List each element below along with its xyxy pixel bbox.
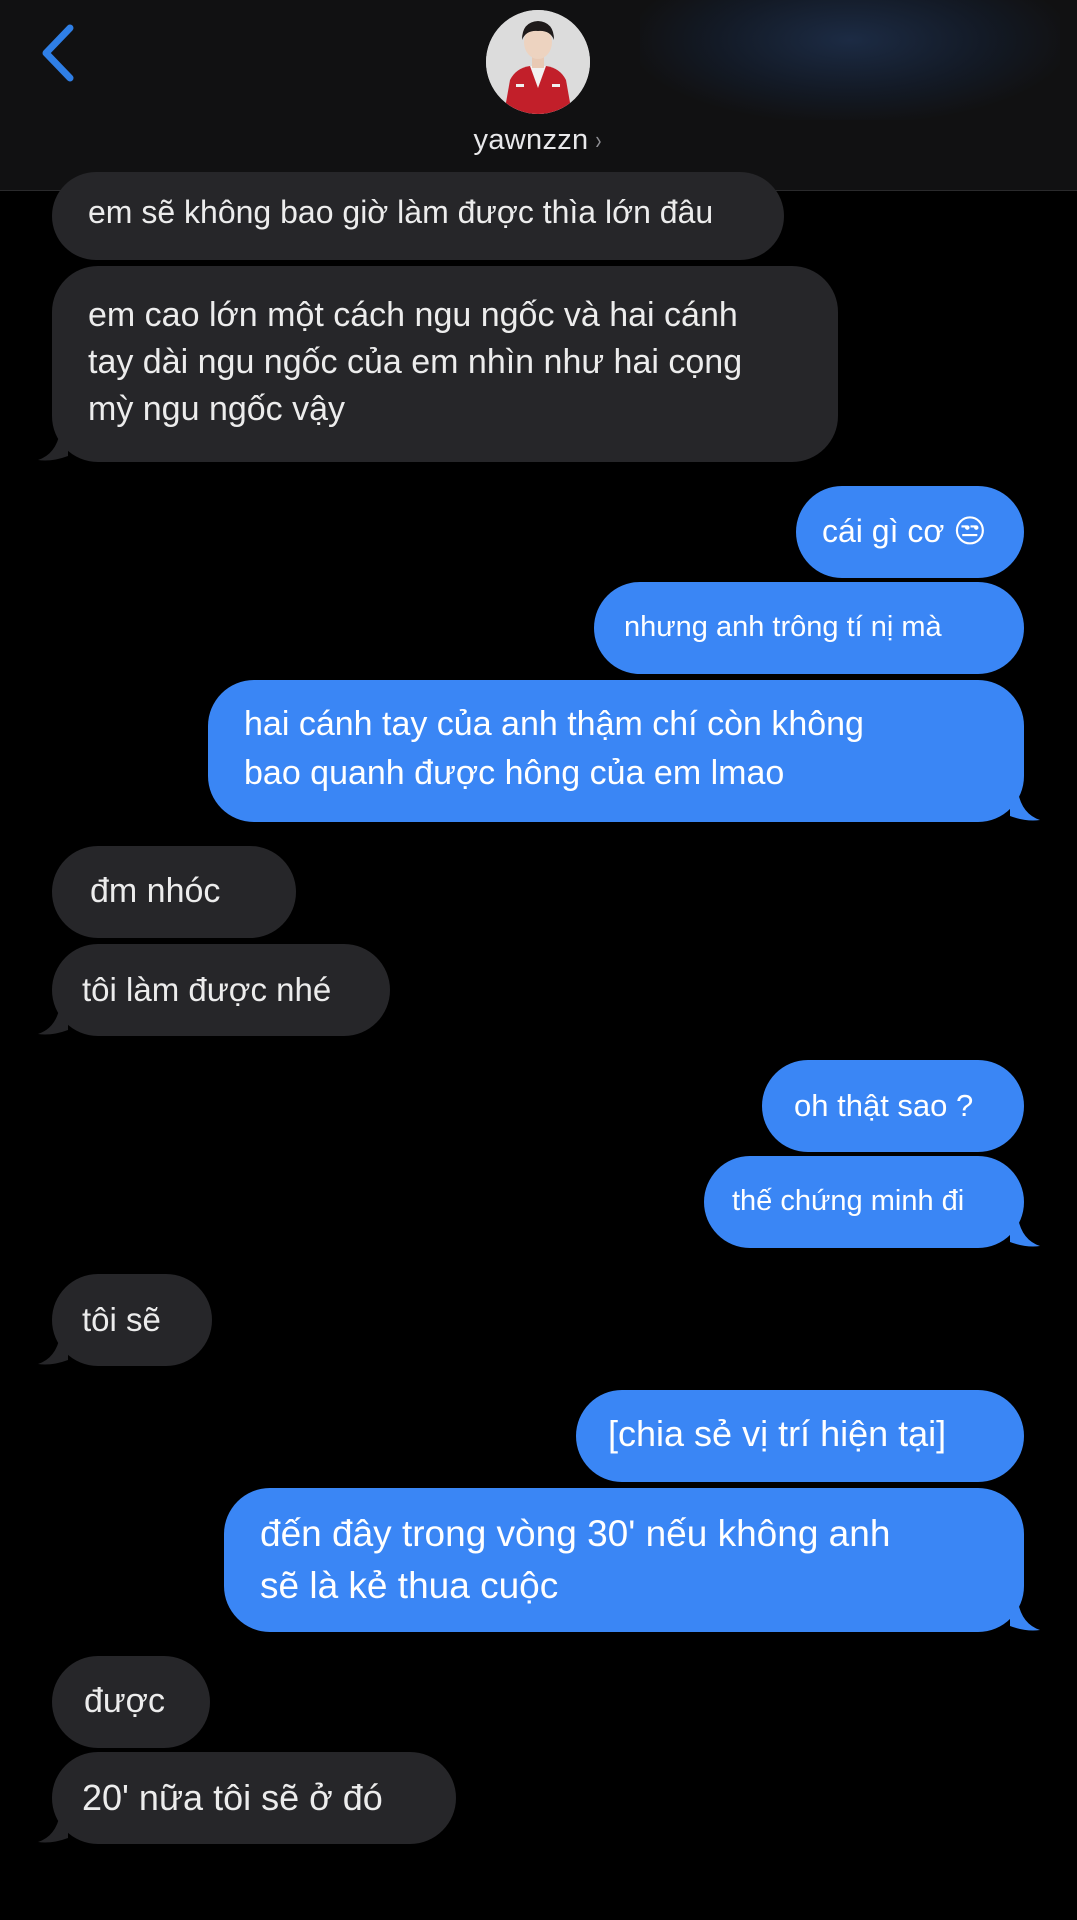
incoming-message[interactable]: tôi làm được nhé <box>52 944 390 1036</box>
outgoing-message[interactable]: cái gì cơ 😒 <box>796 486 1024 578</box>
outgoing-message[interactable]: hai cánh tay của anh thậm chí còn không … <box>208 680 1024 822</box>
incoming-bubble-tail <box>38 1006 68 1035</box>
outgoing-bubble-tail <box>1010 1602 1040 1631</box>
outgoing-message[interactable]: thế chứng minh đi <box>704 1156 1024 1248</box>
outgoing-bubble-tail <box>1010 1218 1040 1247</box>
back-button[interactable] <box>36 20 86 86</box>
outgoing-message[interactable]: nhưng anh trông tí nị mà <box>594 582 1024 674</box>
outgoing-message[interactable]: đến đây trong vòng 30' nếu không anh sẽ … <box>224 1488 1024 1632</box>
header-background-glow <box>640 0 1060 120</box>
conversation-header: yawnzzn › <box>0 0 1077 191</box>
contact-name: yawnzzn <box>473 124 589 156</box>
chevron-right-icon: › <box>595 125 603 155</box>
incoming-bubble-tail <box>38 432 68 461</box>
incoming-message[interactable]: đm nhóc <box>52 846 296 938</box>
incoming-bubble-tail <box>38 1336 68 1365</box>
incoming-message[interactable]: em sẽ không bao giờ làm được thìa lớn đâ… <box>52 172 784 260</box>
outgoing-message[interactable]: oh thật sao ? <box>762 1060 1024 1152</box>
chevron-left-icon <box>42 24 74 82</box>
incoming-bubble-tail <box>38 1814 68 1843</box>
contact-avatar[interactable] <box>486 10 590 114</box>
outgoing-bubble-tail <box>1010 792 1040 821</box>
incoming-message[interactable]: được <box>52 1656 210 1748</box>
outgoing-message[interactable]: [chia sẻ vị trí hiện tại] <box>576 1390 1024 1482</box>
contact-name-button[interactable]: yawnzzn › <box>0 124 1077 157</box>
incoming-message[interactable]: em cao lớn một cách ngu ngốc và hai cánh… <box>52 266 838 462</box>
incoming-message[interactable]: 20' nữa tôi sẽ ở đó <box>52 1752 456 1844</box>
